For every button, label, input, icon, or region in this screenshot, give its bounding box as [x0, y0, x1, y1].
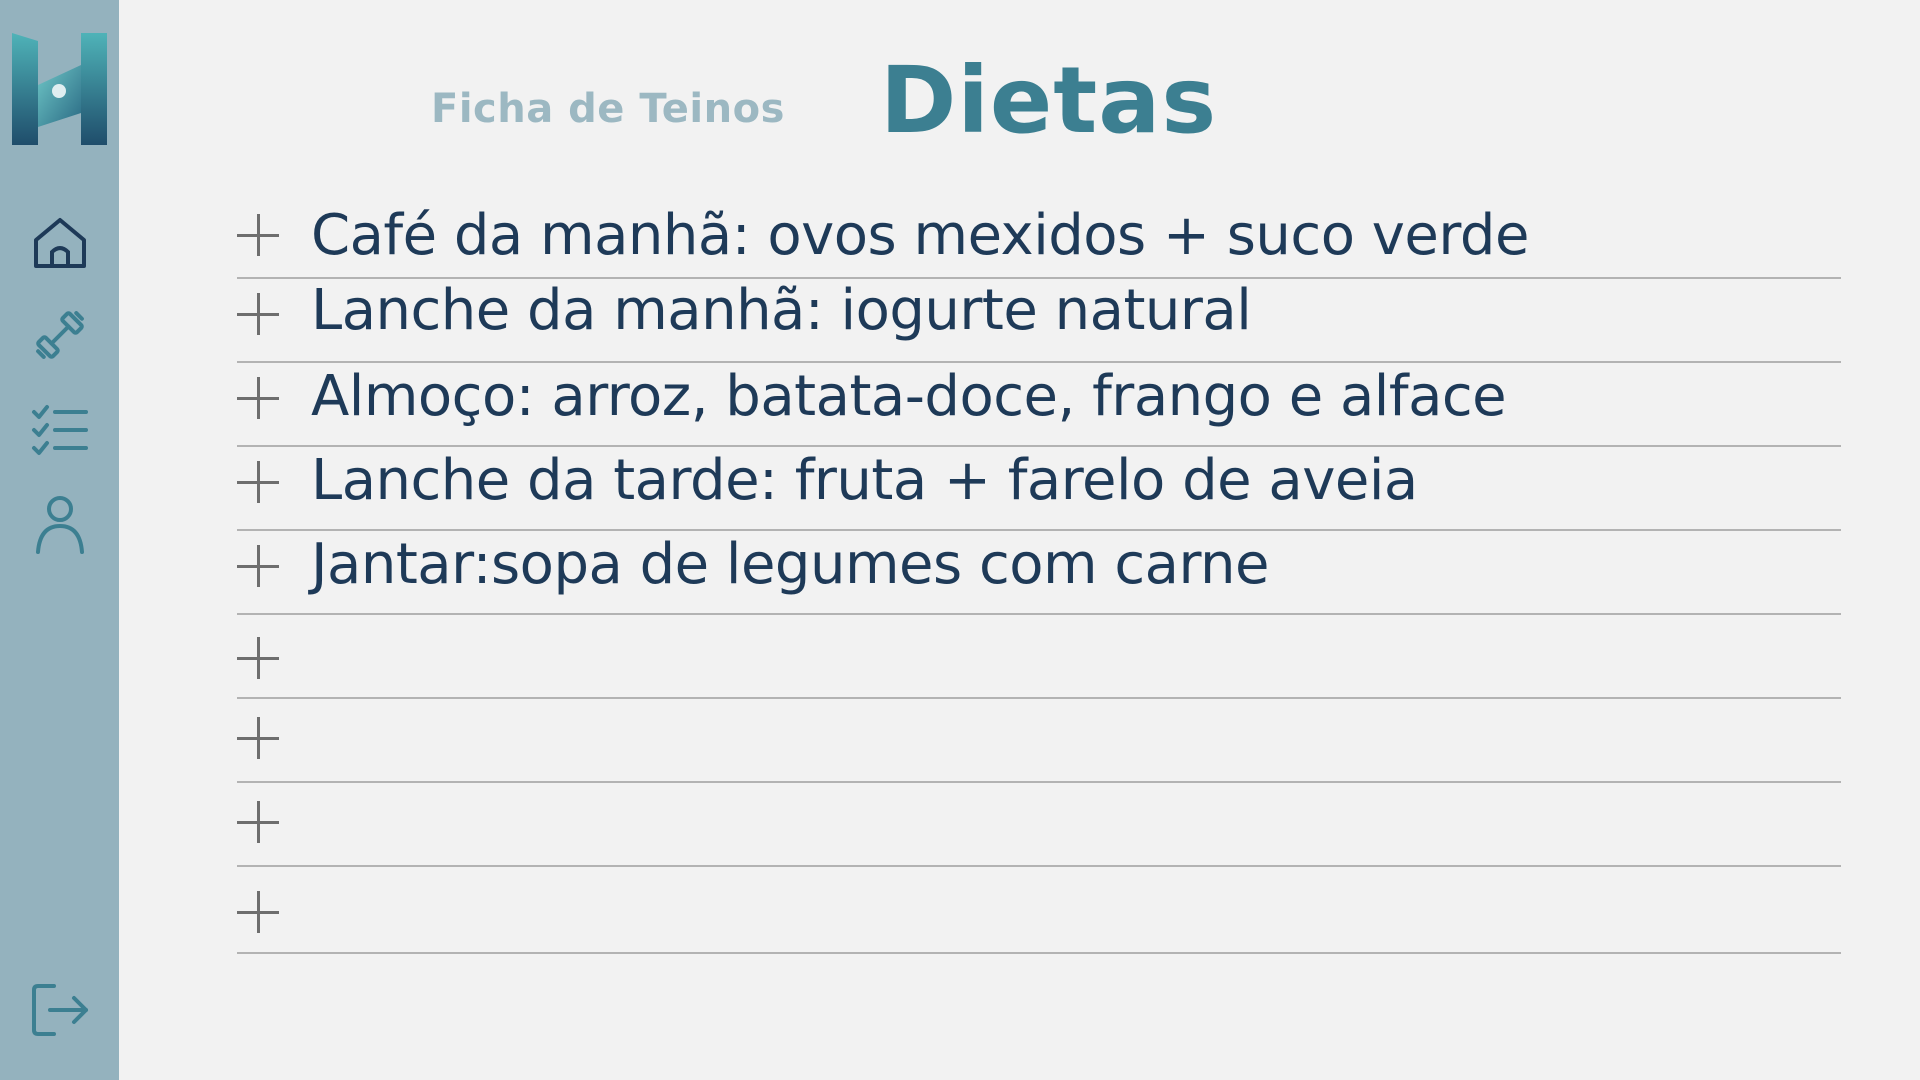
add-icon[interactable]	[237, 801, 279, 843]
add-icon[interactable]	[237, 461, 279, 503]
meal-text[interactable]: Lanche da manhã: iogurte natural	[311, 277, 1252, 344]
list-item	[237, 699, 1841, 783]
tab-trainings[interactable]: Ficha de Teinos	[431, 86, 785, 132]
user-icon	[36, 496, 84, 554]
add-icon[interactable]	[237, 637, 279, 679]
logout-button[interactable]	[30, 980, 90, 1040]
list-item	[237, 783, 1841, 867]
app-logo	[12, 33, 107, 145]
meal-text[interactable]: Almoço: arroz, batata-doce, frango e alf…	[311, 363, 1507, 430]
nav-profile[interactable]	[30, 494, 90, 554]
nav-workouts[interactable]	[30, 305, 90, 365]
page-title: Dietas	[880, 47, 1218, 154]
meal-text[interactable]: Jantar:sopa de legumes com carne	[311, 531, 1269, 598]
add-icon[interactable]	[237, 891, 279, 933]
add-icon[interactable]	[237, 545, 279, 587]
meal-text[interactable]: Café da manhã: ovos mexidos + suco verde	[311, 202, 1529, 269]
list-item	[237, 615, 1841, 699]
checklist-icon	[32, 405, 88, 455]
home-icon	[34, 218, 86, 268]
logout-icon	[32, 984, 88, 1036]
nav-home[interactable]	[30, 212, 90, 272]
add-icon[interactable]	[237, 214, 279, 256]
add-icon[interactable]	[237, 717, 279, 759]
diet-list: Café da manhã: ovos mexidos + suco verde…	[237, 192, 1841, 954]
add-icon[interactable]	[237, 293, 279, 335]
sidebar	[0, 0, 119, 1080]
list-item: Lanche da manhã: iogurte natural	[237, 277, 1841, 363]
nav-checklist[interactable]	[30, 400, 90, 460]
list-item: Lanche da tarde: fruta + farelo de aveia	[237, 447, 1841, 531]
meal-text[interactable]: Lanche da tarde: fruta + farelo de aveia	[311, 447, 1418, 514]
dumbbell-icon	[36, 311, 84, 359]
list-item: Almoço: arroz, batata-doce, frango e alf…	[237, 363, 1841, 447]
add-icon[interactable]	[237, 377, 279, 419]
list-item: Jantar:sopa de legumes com carne	[237, 531, 1841, 615]
list-item: Café da manhã: ovos mexidos + suco verde	[237, 192, 1841, 279]
list-item	[237, 867, 1841, 954]
